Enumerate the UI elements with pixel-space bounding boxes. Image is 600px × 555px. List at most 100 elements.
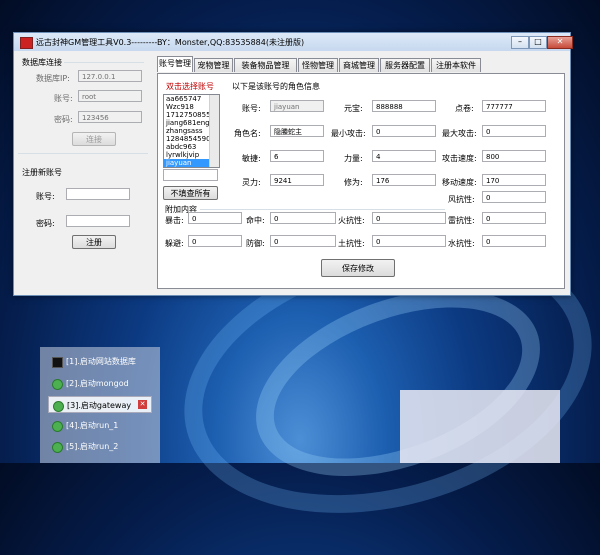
- play-icon: [52, 442, 63, 453]
- dodge-field[interactable]: 0: [188, 235, 242, 247]
- account-search-input[interactable]: [163, 169, 218, 181]
- register-account-label: 账号:: [36, 192, 55, 201]
- launcher-item-label: [5].启动run_2: [66, 442, 119, 451]
- role-name-field[interactable]: 隐螣蛇主: [270, 125, 324, 137]
- attack-speed-label: 攻击速度:: [442, 154, 477, 163]
- defense-label: 防御:: [246, 239, 265, 248]
- move-speed-field[interactable]: 170: [482, 174, 546, 186]
- dianjuan-label: 点卷:: [455, 104, 474, 113]
- agility-field[interactable]: 6: [270, 150, 324, 162]
- launcher-panel: [1].启动网站数据库 [2].启动mongod [3].启动gateway ✕…: [40, 347, 160, 463]
- max-attack-field[interactable]: 0: [482, 125, 546, 137]
- launcher-item-gateway[interactable]: [3].启动gateway ✕: [48, 396, 152, 413]
- db-ip-input[interactable]: 127.0.0.1: [78, 70, 142, 82]
- launcher-item-label: [3].启动gateway: [67, 401, 132, 410]
- dianjuan-field[interactable]: 777777: [482, 100, 546, 112]
- tab-bar: 账号管理 宠物管理 装备物品管理 怪物管理 商城管理 服务器配置 注册本软件: [157, 56, 567, 74]
- gm-tool-window: 远古封神GM管理工具V0.3---------BY：Monster,QQ:835…: [13, 32, 573, 296]
- water-res-label: 水抗性:: [448, 239, 475, 248]
- fire-res-field[interactable]: 0: [372, 212, 446, 224]
- tab-panel: 双击选择账号 aa665747 Wzc918 1712750855 jiang6…: [157, 73, 565, 289]
- yuanbao-label: 元宝:: [344, 104, 363, 113]
- cultivation-label: 修为:: [344, 178, 363, 187]
- play-icon: [53, 401, 64, 412]
- dodge-label: 躲避:: [165, 239, 184, 248]
- launcher-item-run1[interactable]: [4].启动run_1: [48, 417, 152, 434]
- divider: [200, 209, 445, 210]
- max-attack-label: 最大攻击:: [442, 129, 477, 138]
- register-pass-label: 密码:: [36, 219, 55, 228]
- divider: [64, 62, 144, 63]
- water-res-field[interactable]: 0: [482, 235, 546, 247]
- play-icon: [52, 379, 63, 390]
- account-field[interactable]: jiayuan: [270, 100, 324, 112]
- launcher-item-mongod[interactable]: [2].启动mongod: [48, 375, 152, 392]
- title-bar[interactable]: 远古封神GM管理工具V0.3---------BY：Monster,QQ:835…: [14, 33, 573, 51]
- spirit-field[interactable]: 9241: [270, 174, 324, 186]
- register-account-input[interactable]: [66, 188, 130, 200]
- crit-label: 暴击:: [165, 216, 184, 225]
- role-name-label: 角色名:: [234, 129, 261, 138]
- divider: [18, 153, 148, 154]
- launcher-item-label: [2].启动mongod: [66, 379, 129, 388]
- db-user-input[interactable]: root: [78, 90, 142, 102]
- attack-speed-field[interactable]: 800: [482, 150, 546, 162]
- defense-field[interactable]: 0: [270, 235, 336, 247]
- maximize-button[interactable]: □: [529, 36, 547, 49]
- tab-register-software[interactable]: 注册本软件: [431, 58, 481, 72]
- earth-res-label: 土抗性:: [338, 239, 365, 248]
- strength-label: 力量:: [344, 154, 363, 163]
- thunder-res-label: 雷抗性:: [448, 216, 475, 225]
- hit-field[interactable]: 0: [270, 212, 336, 224]
- tab-server-config[interactable]: 服务器配置: [380, 58, 430, 72]
- min-attack-label: 最小攻击:: [331, 129, 366, 138]
- launcher-item-web-db[interactable]: [1].启动网站数据库: [48, 353, 152, 370]
- crit-field[interactable]: 0: [188, 212, 242, 224]
- wind-res-field[interactable]: 0: [482, 191, 546, 203]
- tab-equipment[interactable]: 装备物品管理: [234, 58, 297, 72]
- cultivation-field[interactable]: 176: [372, 174, 436, 186]
- tab-pet[interactable]: 宠物管理: [194, 58, 233, 72]
- close-icon[interactable]: ✕: [138, 400, 147, 409]
- fire-res-label: 火抗性:: [338, 216, 365, 225]
- list-scrollbar[interactable]: [209, 95, 219, 167]
- connect-button[interactable]: 连接: [72, 132, 116, 146]
- launcher-item-run2[interactable]: [5].启动run_2: [48, 438, 152, 455]
- hit-label: 命中:: [246, 216, 265, 225]
- account-list[interactable]: aa665747 Wzc918 1712750855 jiang681eng z…: [163, 94, 220, 168]
- wind-res-label: 风抗性:: [448, 195, 475, 204]
- tab-account[interactable]: 账号管理: [157, 56, 193, 72]
- app-icon: [20, 37, 33, 49]
- role-section-title: 以下是该账号的角色信息: [232, 82, 320, 91]
- db-group-title: 数据库连接: [22, 58, 62, 67]
- spirit-label: 灵力:: [242, 178, 261, 187]
- thunder-res-field[interactable]: 0: [482, 212, 546, 224]
- wallpaper-glow: [400, 390, 560, 463]
- window-title: 远古封神GM管理工具V0.3---------BY：Monster,QQ:835…: [36, 38, 305, 47]
- strength-field[interactable]: 4: [372, 150, 436, 162]
- agility-label: 敏捷:: [242, 154, 261, 163]
- min-attack-field[interactable]: 0: [372, 125, 436, 137]
- save-button[interactable]: 保存修改: [321, 259, 395, 277]
- db-pass-input[interactable]: 123456: [78, 111, 142, 123]
- tab-monster[interactable]: 怪物管理: [298, 58, 338, 72]
- register-group-title: 注册新账号: [22, 168, 62, 177]
- account-label: 账号:: [242, 104, 261, 113]
- close-button[interactable]: ✕: [547, 36, 573, 49]
- register-button[interactable]: 注册: [72, 235, 116, 249]
- tab-shop[interactable]: 商城管理: [339, 58, 379, 72]
- launcher-item-label: [1].启动网站数据库: [66, 357, 136, 366]
- earth-res-field[interactable]: 0: [372, 235, 446, 247]
- db-user-label: 账号:: [54, 94, 73, 103]
- account-list-title: 双击选择账号: [166, 82, 214, 91]
- show-all-button[interactable]: 不填查所有: [163, 186, 218, 200]
- db-pass-label: 密码:: [54, 115, 73, 124]
- yuanbao-field[interactable]: 888888: [372, 100, 436, 112]
- register-pass-input[interactable]: [66, 215, 130, 227]
- play-icon: [52, 421, 63, 432]
- cmd-icon: [52, 357, 63, 368]
- db-ip-label: 数据库IP:: [36, 74, 70, 83]
- minimize-button[interactable]: –: [511, 36, 529, 49]
- launcher-item-label: [4].启动run_1: [66, 421, 119, 430]
- move-speed-label: 移动速度:: [442, 178, 477, 187]
